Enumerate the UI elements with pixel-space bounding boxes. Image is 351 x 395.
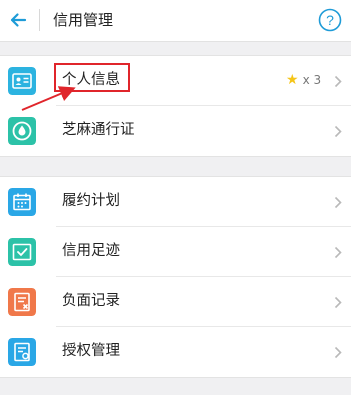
menu-item-label: 履约计划 xyxy=(62,193,120,209)
star-count-badge: ★ x 3 xyxy=(286,73,321,87)
header-divider xyxy=(39,9,40,31)
chevron-right-icon xyxy=(334,346,342,359)
menu-item-label: 芝麻通行证 xyxy=(62,122,135,138)
svg-text:?: ? xyxy=(326,12,334,28)
id-card-icon xyxy=(8,67,36,95)
document-x-icon xyxy=(8,288,36,316)
annotation-highlight-box xyxy=(54,63,130,92)
page-title: 信用管理 xyxy=(53,11,114,29)
question-circle-icon[interactable]: ? xyxy=(318,8,342,32)
menu-item-label: 信用足迹 xyxy=(62,243,120,259)
menu-item-negative-records[interactable]: 负面记录 xyxy=(0,277,351,327)
menu-item-credit-footprint[interactable]: 信用足迹 xyxy=(0,227,351,277)
chevron-right-icon xyxy=(334,75,342,88)
app-header: 信用管理 ? xyxy=(0,0,351,42)
menu-item-label: 负面记录 xyxy=(62,293,120,309)
chevron-right-icon xyxy=(334,246,342,259)
drop-badge-icon xyxy=(8,117,36,145)
inbox-check-icon xyxy=(8,238,36,266)
menu-item-zhima-pass[interactable]: 芝麻通行证 xyxy=(0,106,351,156)
star-icon: ★ xyxy=(286,72,299,88)
back-arrow-icon[interactable] xyxy=(8,10,28,30)
menu-item-personal-info[interactable]: 个人信息 ★ x 3 xyxy=(0,56,351,106)
menu-item-authorization[interactable]: 授权管理 xyxy=(0,327,351,377)
chevron-right-icon xyxy=(334,196,342,209)
records-group: 履约计划 信用足迹 负面记录 授权管理 xyxy=(0,176,351,378)
calendar-icon xyxy=(8,188,36,216)
menu-item-fulfillment-plan[interactable]: 履约计划 xyxy=(0,177,351,227)
chevron-right-icon xyxy=(334,296,342,309)
star-count: x 3 xyxy=(302,73,322,87)
chevron-right-icon xyxy=(334,125,342,138)
menu-item-label: 授权管理 xyxy=(62,343,120,359)
profile-group: 个人信息 ★ x 3 芝麻通行证 xyxy=(0,55,351,157)
document-settings-icon xyxy=(8,338,36,366)
